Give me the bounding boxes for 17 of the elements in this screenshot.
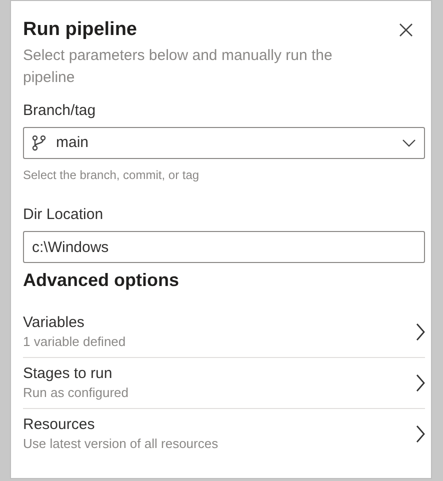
branch-dropdown[interactable]: main (23, 127, 425, 159)
option-row[interactable]: Resources Use latest version of all resources (23, 408, 425, 459)
panel-subtitle: Select parameters below and manually run the pipeline (23, 46, 334, 88)
chevron-right-icon (416, 374, 425, 392)
option-row[interactable]: Stages to run Run as configured (23, 357, 425, 408)
field-label: Dir Location (23, 205, 104, 225)
branch-icon (32, 135, 46, 151)
section-heading: Advanced options (23, 269, 180, 292)
help-text: Select the branch, commit, or tag (23, 167, 200, 183)
option-row[interactable]: Variables 1 variable defined (23, 307, 425, 357)
chevron-right-icon (416, 425, 425, 443)
chevron-right-icon (416, 323, 425, 341)
panel-title: Run pipeline (23, 18, 137, 42)
dir-location-field[interactable]: c:\Windows (23, 231, 425, 263)
field-label: Branch/tag (23, 101, 97, 121)
chevron-down-icon (402, 139, 416, 147)
close-button[interactable] (397, 21, 415, 39)
